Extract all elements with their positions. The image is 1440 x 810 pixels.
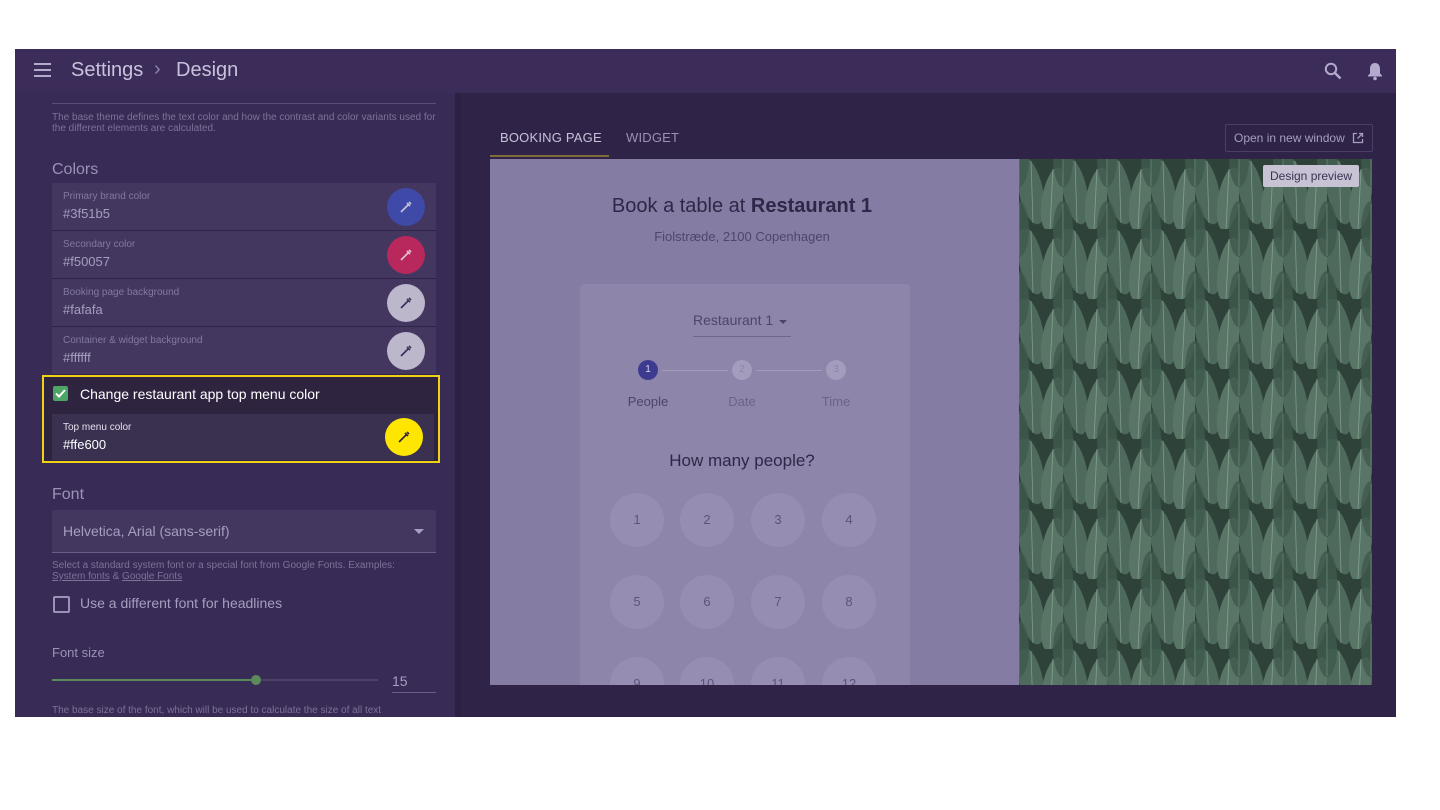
font-size-slider-thumb[interactable] [251, 675, 261, 685]
top-menu-color-value: #ffe600 [63, 437, 107, 452]
top-menu-checkbox-row[interactable]: Change restaurant app top menu color [44, 377, 438, 413]
step-people-number: 1 [638, 360, 658, 380]
top-menu-color-field[interactable]: Top menu color #ffe600 [52, 414, 434, 461]
people-option[interactable]: 1 [610, 493, 664, 547]
leaves-pattern [1019, 159, 1372, 685]
external-link-icon [1352, 132, 1364, 144]
font-size-help: The base size of the font, which will be… [52, 705, 382, 716]
top-menu-checkbox-label: Change restaurant app top menu color [80, 386, 320, 402]
eyedropper-icon [400, 249, 412, 261]
people-option[interactable]: 5 [610, 575, 664, 629]
panel-divider [455, 93, 461, 717]
restaurant-select-value: Restaurant 1 [693, 312, 774, 328]
open-new-window-label: Open in new window [1234, 131, 1345, 145]
system-fonts-link[interactable]: System fonts [52, 571, 110, 582]
search-icon[interactable] [1324, 62, 1342, 80]
container-background-value: #ffffff [63, 350, 91, 365]
primary-color-value: #3f51b5 [63, 206, 110, 221]
secondary-color-label: Secondary color [63, 239, 136, 250]
booking-background-picker[interactable] [387, 284, 425, 322]
step-connector [662, 370, 728, 371]
font-title: Font [52, 486, 85, 503]
step-date-number: 2 [732, 360, 752, 380]
bell-icon[interactable] [1365, 61, 1385, 81]
leaves-background-image [1019, 159, 1372, 685]
eyedropper-icon [400, 297, 412, 309]
people-option[interactable]: 2 [680, 493, 734, 547]
secondary-color-picker[interactable] [387, 236, 425, 274]
checkmark-icon [55, 389, 66, 398]
restaurant-select[interactable]: Restaurant 1 [693, 312, 791, 337]
top-menu-checkbox[interactable] [53, 386, 68, 401]
booking-background-value: #fafafa [63, 302, 103, 317]
font-size-slider-track[interactable] [256, 679, 378, 681]
app-window: Settings › Design The base theme defines… [15, 49, 1396, 717]
tab-widget[interactable]: WIDGET [626, 130, 679, 145]
step-time-number: 3 [826, 360, 846, 380]
font-size-value[interactable]: 15 [392, 673, 408, 689]
people-option[interactable]: 6 [680, 575, 734, 629]
top-menu-color-highlight: Change restaurant app top menu color Top… [42, 375, 440, 463]
theme-select-underline [52, 103, 436, 104]
people-option[interactable]: 7 [751, 575, 805, 629]
google-fonts-link[interactable]: Google Fonts [122, 571, 182, 582]
dropdown-caret-icon [414, 529, 424, 534]
booking-background-label: Booking page background [63, 287, 180, 298]
booking-background-color-field[interactable]: Booking page background #fafafa [52, 279, 436, 327]
primary-color-field[interactable]: Primary brand color #3f51b5 [52, 183, 436, 231]
eyedropper-icon [400, 201, 412, 213]
top-bar: Settings › Design [15, 49, 1396, 93]
container-background-color-field[interactable]: Container & widget background #ffffff [52, 327, 436, 375]
dropdown-caret-icon [779, 320, 787, 324]
font-help: Select a standard system font or a speci… [52, 560, 436, 582]
design-settings-panel: The base theme defines the text color an… [15, 93, 455, 717]
menu-icon[interactable] [34, 63, 51, 77]
people-option[interactable]: 8 [822, 575, 876, 629]
secondary-color-value: #f50057 [63, 254, 110, 269]
font-select[interactable]: Helvetica, Arial (sans-serif) [52, 510, 436, 553]
headline-font-checkbox[interactable] [53, 596, 70, 613]
base-theme-help: The base theme defines the text color an… [52, 112, 436, 134]
font-size-input-underline [392, 692, 436, 693]
breadcrumb-settings[interactable]: Settings [71, 59, 143, 82]
font-size-title: Font size [52, 645, 105, 660]
design-preview-badge: Design preview [1263, 165, 1360, 187]
restaurant-name: Restaurant 1 [750, 195, 873, 217]
breadcrumb-design: Design [176, 59, 239, 81]
people-question: How many people? [669, 451, 815, 470]
step-connector [756, 370, 822, 371]
eyedropper-icon [400, 345, 412, 357]
headline-font-label: Use a different font for headlines [80, 595, 283, 611]
container-background-picker[interactable] [387, 332, 425, 370]
step-time-label: Time [821, 394, 851, 409]
people-option[interactable]: 4 [822, 493, 876, 547]
active-tab-indicator [490, 155, 609, 157]
eyedropper-icon [398, 431, 410, 443]
tab-booking-page[interactable]: BOOKING PAGE [500, 130, 602, 145]
container-background-label: Container & widget background [63, 335, 203, 346]
font-size-slider-fill [52, 679, 256, 681]
font-select-value: Helvetica, Arial (sans-serif) [63, 523, 230, 539]
font-help-text: Select a standard system font or a speci… [52, 560, 395, 571]
font-help-amp: & [112, 571, 120, 582]
booking-title: Book a table at Restaurant 1 [490, 195, 994, 218]
step-date-label: Date [728, 394, 756, 409]
primary-color-label: Primary brand color [63, 191, 151, 202]
people-option[interactable]: 3 [751, 493, 805, 547]
primary-color-picker[interactable] [387, 188, 425, 226]
step-people-label: People [627, 394, 669, 409]
booking-page-preview: Book a table at Restaurant 1 Fiolstræde,… [490, 159, 1019, 685]
top-menu-color-picker[interactable] [385, 418, 423, 456]
booking-title-prefix: Book a table at [611, 195, 751, 217]
open-new-window-button[interactable]: Open in new window [1225, 124, 1373, 152]
breadcrumb-separator-icon: › [154, 58, 161, 80]
colors-title: Colors [52, 161, 99, 178]
restaurant-address: Fiolstræde, 2100 Copenhagen [654, 229, 830, 244]
top-menu-color-label: Top menu color [63, 422, 132, 433]
secondary-color-field[interactable]: Secondary color #f50057 [52, 231, 436, 279]
